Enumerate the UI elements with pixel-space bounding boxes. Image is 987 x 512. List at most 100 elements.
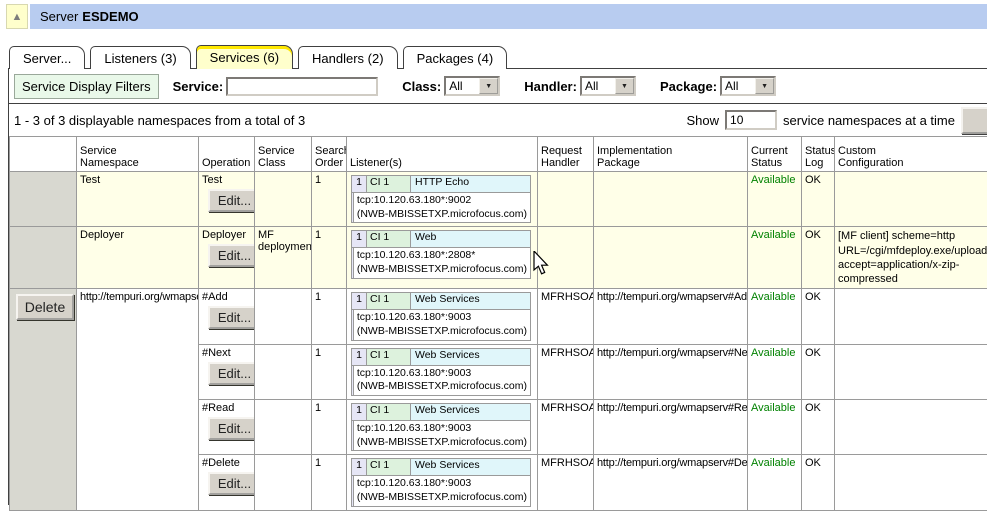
show-count-input[interactable] (725, 110, 777, 130)
listener-endpoint: tcp:10.120.63.180*:9002 (NWB-MBISSETXP.m… (354, 193, 530, 222)
listener-ci: CI 1 (367, 459, 411, 475)
listener-ci: CI 1 (367, 404, 411, 420)
implementation-package-cell (594, 227, 748, 289)
listener-number: 1 (352, 404, 367, 420)
class-filter-label: Class: (402, 79, 441, 94)
header-operation: Operation (199, 137, 255, 172)
delete-button[interactable]: Delete (16, 294, 74, 320)
operation-cell: Deployer Edit... (199, 227, 255, 289)
service-class-cell (255, 344, 312, 399)
filter-row: Service Display Filters Service: Class: … (9, 69, 987, 104)
operation-label: #Delete (202, 457, 240, 469)
namespace-count-summary: 1 - 3 of 3 displayable namespaces from a… (14, 113, 305, 128)
chevron-down-icon: ▼ (615, 78, 634, 94)
listener-endpoint: tcp:10.120.63.180*:2808* (NWB-MBISSETXP.… (354, 248, 530, 277)
request-handler-cell: MFRHSOAP (538, 289, 594, 344)
triangle-up-icon: ▲ (12, 11, 23, 23)
header-search-order: Search Order (312, 137, 347, 172)
listener-box: 1 CI 1 HTTP Echo tcp:10.120.63.180*:9002… (351, 175, 531, 223)
operation-label: Deployer (202, 229, 246, 241)
search-order-cell: 1 (312, 400, 347, 455)
action-cell (10, 227, 77, 289)
request-handler-cell: MFRHSOAP (538, 400, 594, 455)
header-custom-configuration: Custom Configuration (835, 137, 987, 172)
listener-endpoint: tcp:10.120.63.180*:9003 (NWB-MBISSETXP.m… (354, 310, 530, 339)
operation-label: #Add (202, 291, 228, 303)
custom-configuration-cell (835, 344, 987, 399)
implementation-package-cell (594, 172, 748, 227)
table-row: Test Test Edit... 1 1 CI 1 HTTP Echo (10, 172, 987, 227)
listeners-cell: 1 CI 1 Web Services tcp:10.120.63.180*:9… (347, 455, 538, 510)
listener-box: 1 CI 1 Web Services tcp:10.120.63.180*:9… (351, 348, 531, 396)
custom-configuration-cell: [MF client] scheme=http URL=/cgi/mfdeplo… (835, 227, 987, 289)
listener-box: 1 CI 1 Web Services tcp:10.120.63.180*:9… (351, 458, 531, 506)
handler-filter-value: All (582, 78, 615, 94)
edit-button[interactable]: Edit... (208, 189, 255, 212)
listener-number: 1 (352, 349, 367, 365)
collapse-button[interactable]: ▲ (6, 4, 28, 29)
tab-handlers[interactable]: Handlers (2) (298, 46, 398, 69)
edit-button[interactable]: Edit... (208, 472, 255, 495)
service-namespace-cell: Deployer (77, 227, 199, 289)
next-page-button[interactable] (961, 107, 987, 134)
service-namespace-cell: Test (77, 172, 199, 227)
custom-configuration-cell (835, 455, 987, 510)
action-cell: Delete (10, 289, 77, 510)
package-filter-select[interactable]: All ▼ (720, 76, 776, 96)
edit-button[interactable]: Edit... (208, 306, 255, 329)
class-filter-value: All (446, 78, 479, 94)
search-order-cell: 1 (312, 172, 347, 227)
listeners-cell: 1 CI 1 Web Services tcp:10.120.63.180*:9… (347, 289, 538, 344)
custom-configuration-cell (835, 289, 987, 344)
edit-button[interactable]: Edit... (208, 417, 255, 440)
current-status-cell: Available (748, 455, 802, 510)
show-label: Show (687, 113, 720, 128)
chevron-down-icon: ▼ (755, 78, 774, 94)
class-filter-select[interactable]: All ▼ (444, 76, 500, 96)
tab-listeners[interactable]: Listeners (3) (90, 46, 190, 69)
implementation-package-cell: http://tempuri.org/wmapserv#Add (594, 289, 748, 344)
header-current-status: Current Status (748, 137, 802, 172)
custom-configuration-cell (835, 172, 987, 227)
listener-number: 1 (352, 293, 367, 309)
operation-cell: #Next Edit... (199, 344, 255, 399)
show-suffix-label: service namespaces at a time (783, 113, 955, 128)
listener-box: 1 CI 1 Web Services tcp:10.120.63.180*:9… (351, 292, 531, 340)
request-handler-cell: MFRHSOAP (538, 455, 594, 510)
operation-label: #Read (202, 402, 234, 414)
implementation-package-cell: http://tempuri.org/wmapserv#Next (594, 344, 748, 399)
tab-services[interactable]: Services (6) (196, 45, 293, 69)
tab-packages[interactable]: Packages (4) (403, 46, 508, 69)
action-cell (10, 172, 77, 227)
table-row: Delete http://tempuri.org/wmapserv #Add … (10, 289, 987, 344)
edit-button[interactable]: Edit... (208, 244, 255, 267)
current-status-cell: Available (748, 344, 802, 399)
service-class-cell (255, 400, 312, 455)
request-handler-cell: MFRHSOAP (538, 344, 594, 399)
listener-ci: CI 1 (367, 293, 411, 309)
service-display-filters-label: Service Display Filters (14, 74, 159, 99)
table-header-row: Service Namespace Operation Service Clas… (10, 137, 987, 172)
listener-type: Web Services (411, 349, 530, 365)
listeners-cell: 1 CI 1 HTTP Echo tcp:10.120.63.180*:9002… (347, 172, 538, 227)
listener-ci: CI 1 (367, 349, 411, 365)
listener-type: HTTP Echo (411, 176, 530, 192)
handler-filter-select[interactable]: All ▼ (580, 76, 636, 96)
status-log-cell: OK (802, 172, 835, 227)
listener-box: 1 CI 1 Web tcp:10.120.63.180*:2808* (NWB… (351, 230, 531, 278)
service-class-cell (255, 455, 312, 510)
search-order-cell: 1 (312, 455, 347, 510)
listener-number: 1 (352, 459, 367, 475)
tab-server[interactable]: Server... (9, 46, 85, 69)
listener-endpoint: tcp:10.120.63.180*:9003 (NWB-MBISSETXP.m… (354, 476, 530, 505)
service-filter-input[interactable] (226, 77, 378, 96)
operation-cell: #Read Edit... (199, 400, 255, 455)
listener-box: 1 CI 1 Web Services tcp:10.120.63.180*:9… (351, 403, 531, 451)
edit-button[interactable]: Edit... (208, 362, 255, 385)
header-service-class: Service Class (255, 137, 312, 172)
listener-endpoint: tcp:10.120.63.180*:9003 (NWB-MBISSETXP.m… (354, 366, 530, 395)
server-title-bar: Server ESDEMO (30, 4, 987, 29)
service-class-cell: MF deployment (255, 227, 312, 289)
service-namespace-cell: http://tempuri.org/wmapserv (77, 289, 199, 510)
server-name: ESDEMO (82, 9, 138, 24)
